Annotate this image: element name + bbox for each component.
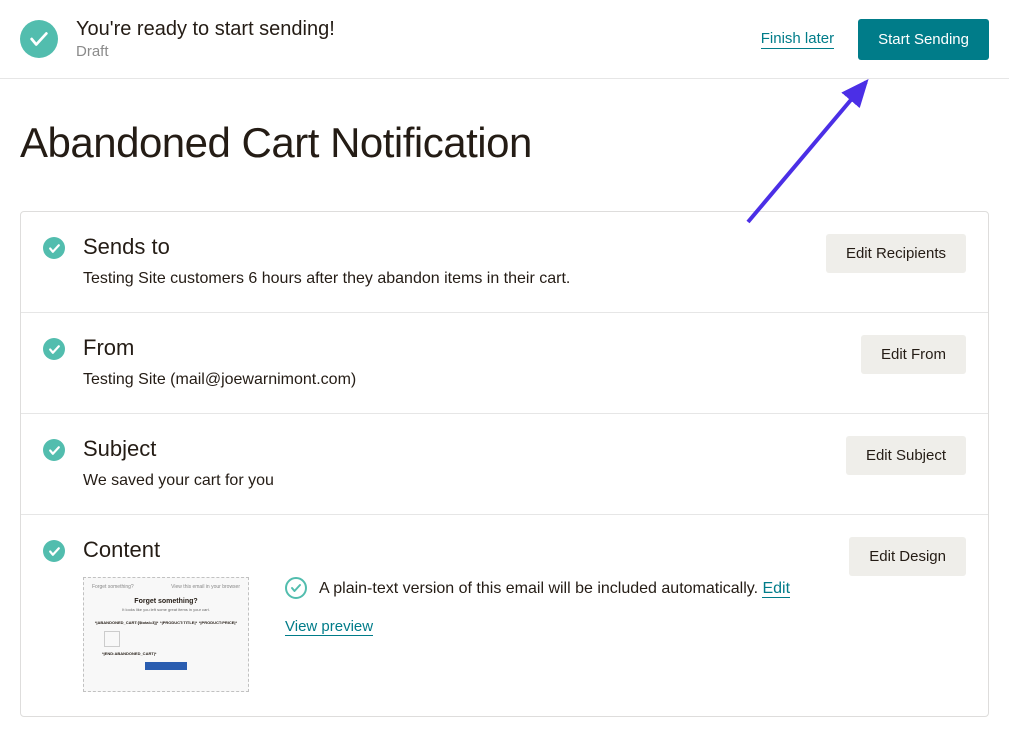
finish-later-link[interactable]: Finish later	[761, 30, 834, 49]
check-icon	[43, 439, 65, 461]
section-body: Sends to Testing Site customers 6 hours …	[83, 234, 826, 288]
email-thumbnail[interactable]: Forget something?View this email in your…	[83, 577, 249, 692]
content-row: Forget something?View this email in your…	[83, 577, 849, 692]
sends-to-desc: Testing Site customers 6 hours after the…	[83, 270, 826, 288]
section-content: Content Forget something?View this email…	[21, 515, 988, 716]
start-sending-button[interactable]: Start Sending	[858, 19, 989, 60]
content-title: Content	[83, 537, 849, 563]
header-bar: You're ready to start sending! Draft Fin…	[0, 0, 1009, 79]
header-text-group: You're ready to start sending! Draft	[76, 18, 761, 60]
view-preview-link[interactable]: View preview	[285, 618, 373, 636]
plain-text-prefix: A plain-text version of this email will …	[319, 580, 762, 597]
page-title: Abandoned Cart Notification	[0, 79, 1009, 211]
edit-design-button[interactable]: Edit Design	[849, 537, 966, 576]
edit-subject-button[interactable]: Edit Subject	[846, 436, 966, 475]
check-circle-icon	[20, 20, 58, 58]
check-icon	[43, 338, 65, 360]
subject-desc: We saved your cart for you	[83, 472, 846, 490]
plain-text-row: A plain-text version of this email will …	[285, 577, 849, 600]
plain-text-note: A plain-text version of this email will …	[319, 577, 790, 600]
header-status: Draft	[76, 43, 761, 60]
section-subject: Subject We saved your cart for you Edit …	[21, 414, 988, 515]
sends-to-title: Sends to	[83, 234, 826, 260]
check-outline-icon	[285, 577, 307, 599]
section-from: From Testing Site (mail@joewarnimont.com…	[21, 313, 988, 414]
from-desc: Testing Site (mail@joewarnimont.com)	[83, 371, 861, 389]
campaign-settings-card: Sends to Testing Site customers 6 hours …	[20, 211, 989, 717]
edit-from-button[interactable]: Edit From	[861, 335, 966, 374]
section-body: From Testing Site (mail@joewarnimont.com…	[83, 335, 861, 389]
subject-title: Subject	[83, 436, 846, 462]
section-body: Subject We saved your cart for you	[83, 436, 846, 490]
section-body: Content Forget something?View this email…	[83, 537, 849, 692]
check-icon	[43, 237, 65, 259]
check-icon	[43, 540, 65, 562]
section-sends-to: Sends to Testing Site customers 6 hours …	[21, 212, 988, 313]
content-side: A plain-text version of this email will …	[285, 577, 849, 636]
edit-plain-text-link[interactable]: Edit	[762, 580, 790, 598]
header-title: You're ready to start sending!	[76, 18, 761, 41]
edit-recipients-button[interactable]: Edit Recipients	[826, 234, 966, 273]
from-title: From	[83, 335, 861, 361]
header-actions: Finish later Start Sending	[761, 19, 989, 60]
